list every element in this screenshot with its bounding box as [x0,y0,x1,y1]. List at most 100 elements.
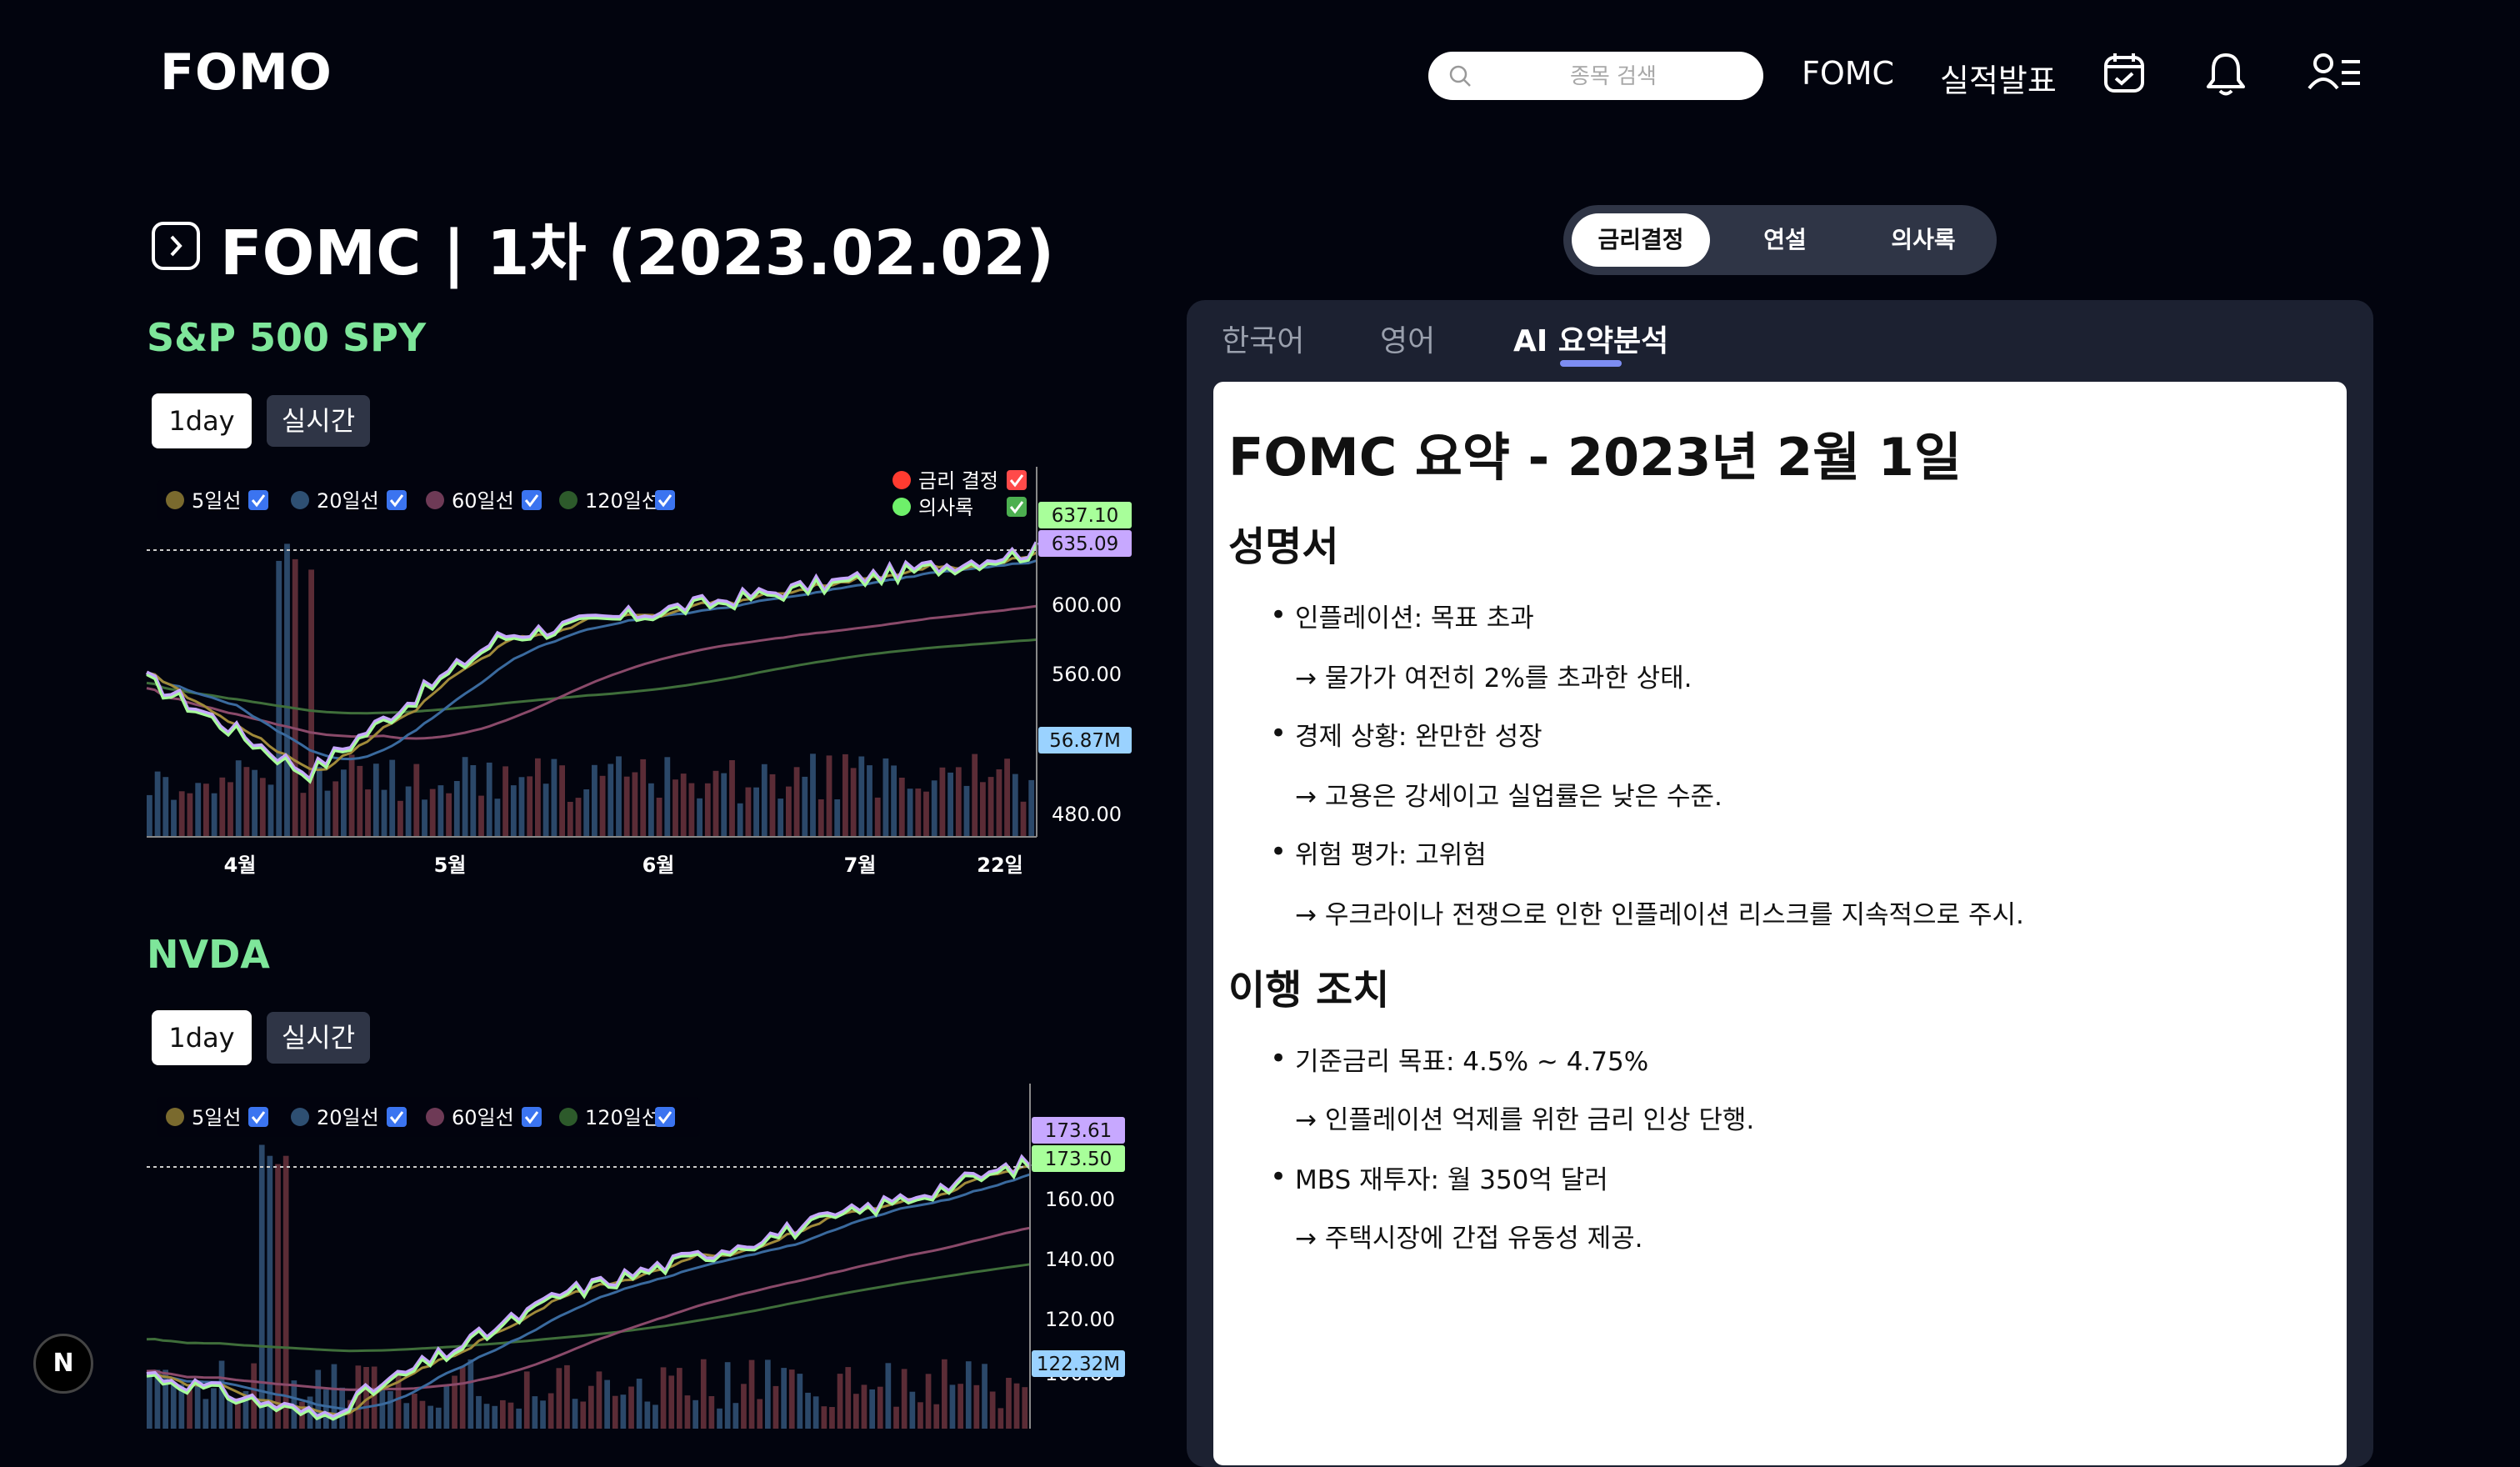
volume-bar [535,758,541,837]
user-menu-icon[interactable] [2307,50,2362,98]
app-logo[interactable]: FOMO [160,43,332,102]
bullet-dot: • [1270,835,1288,869]
bullet-dot: • [1270,717,1288,750]
volume-bar [453,781,460,837]
volume-bar [548,1393,554,1429]
event-legend-label: 금리 결정 [918,469,998,493]
doc-type-segmented: 금리결정 연설 의사록 [1563,205,1997,275]
volume-bar [478,795,484,837]
volume-bar [644,1401,651,1429]
volume-bar [494,799,501,837]
range-1day-button[interactable]: 1day [152,393,252,448]
legend-checkbox [655,1107,675,1127]
volume-bar [1022,1387,1028,1429]
volume-bar [765,1359,771,1429]
price-tag-label: 635.09 [1052,533,1118,555]
tab-korean[interactable]: 한국어 [1222,317,1304,360]
tab-english[interactable]: 영어 [1380,317,1435,360]
list-item: MBS 재투자: 월 350억 달러 [1295,1165,1608,1195]
range-realtime-button[interactable]: 실시간 [267,395,370,447]
volume-bar [845,1367,852,1429]
volume-bar [769,774,776,837]
summary-content: FOMC 요약 - 2023년 2월 1일 성명서 • 인플레이션: 목표 초과… [1213,382,2347,1465]
volume-bar [542,784,549,837]
volume-bar [1028,779,1035,837]
list-item: 인플레이션: 목표 초과 [1295,603,1534,633]
x-tick-label: 7월 [844,854,877,877]
volume-bar [428,1405,433,1429]
list-item: 위험 평가: 고위험 [1295,840,1487,870]
volume-bar [616,756,622,837]
volume-bar [980,782,986,837]
volume-bar [704,783,711,837]
volume-bar [202,1399,209,1429]
tab-minutes[interactable]: 의사록 [1857,213,1990,267]
price-chart-spy[interactable]: 5일선 20일선 60일선 120일선 금리 결정의사록 600.00 560.00 480.… [142,467,1158,884]
volume-bar [988,777,994,837]
list-item-detail: → 물가가 여전히 2%를 초과한 상태. [1295,663,1692,693]
volume-bar [810,754,816,837]
volume-bar [1020,801,1027,837]
volume-bar [612,1395,618,1429]
page-title: FOMC | 1차 (2023.02.02) [220,218,1055,289]
volume-bar [898,778,905,837]
volume-bar [604,1379,610,1429]
y-tick-label: 140.00 [1045,1248,1115,1271]
legend-checkbox [522,490,542,510]
search-bar[interactable] [1428,52,1763,102]
volume-bar [187,793,193,837]
volume-bar [891,765,897,837]
volume-bar [435,1407,442,1429]
price-tag-label: 56.87M [1049,730,1121,752]
volume-bar [483,1404,490,1429]
list-item: 경제 상황: 완만한 성장 [1295,722,1542,752]
tab-speech[interactable]: 연설 [1717,213,1853,267]
volume-bar [778,799,784,837]
volume-bar [724,1362,731,1429]
calendar-check-icon[interactable] [2102,50,2147,98]
tab-ai-summary[interactable]: AI 요약분석 [1513,317,1668,360]
range-realtime-button[interactable]: 실시간 [267,1012,370,1064]
volume-bar [599,775,606,837]
legend-swatch [559,1108,578,1126]
tab-rate-decision[interactable]: 금리결정 [1572,213,1710,267]
volume-bar [389,759,396,837]
expand-icon[interactable] [152,222,200,270]
active-tab-indicator [1560,360,1622,367]
legend-swatch [426,1108,444,1126]
volume-bar [700,1359,707,1429]
legend-checkbox [387,1107,407,1127]
volume-bar [802,776,808,837]
volume-bar [996,769,1002,837]
volume-bar [958,1384,963,1429]
volume-bar [551,759,558,837]
volume-bar [413,764,420,837]
event-checkbox [1007,470,1027,490]
nav-earnings[interactable]: 실적발표 [1940,55,2057,101]
volume-bar [324,790,331,837]
volume-bar [381,789,388,837]
volume-bar [660,1367,667,1429]
list-item-detail: → 우크라이나 전쟁으로 인한 인플레이션 리스크를 지속적으로 주시. [1295,900,2024,930]
volume-bar [901,1369,908,1429]
price-chart-nvda[interactable]: 5일선20일선60일선120일선160.00140.00120.00100.00… [142,1084,1158,1429]
range-1day-button[interactable]: 1day [152,1010,252,1065]
nav-fomc[interactable]: FOMC [1802,55,1894,92]
nextjs-badge[interactable]: N [33,1334,93,1394]
volume-bar [194,1386,201,1429]
volume-bar [793,767,800,837]
volume-bar [154,771,161,837]
volume-bar [462,757,468,837]
legend-label: 60일선 [452,489,514,513]
bell-icon[interactable] [2204,50,2248,100]
volume-bar [508,1402,514,1429]
section-heading: 성명서 [1228,523,1339,570]
volume-bar [797,1374,803,1429]
volume-bar [965,1361,972,1429]
search-input[interactable] [1478,52,1748,102]
y-tick-label: 160.00 [1045,1188,1115,1211]
volume-bar [468,1359,474,1429]
volume-bar [147,1372,152,1429]
volume-bar [949,1384,956,1429]
volume-bar [170,1384,177,1429]
